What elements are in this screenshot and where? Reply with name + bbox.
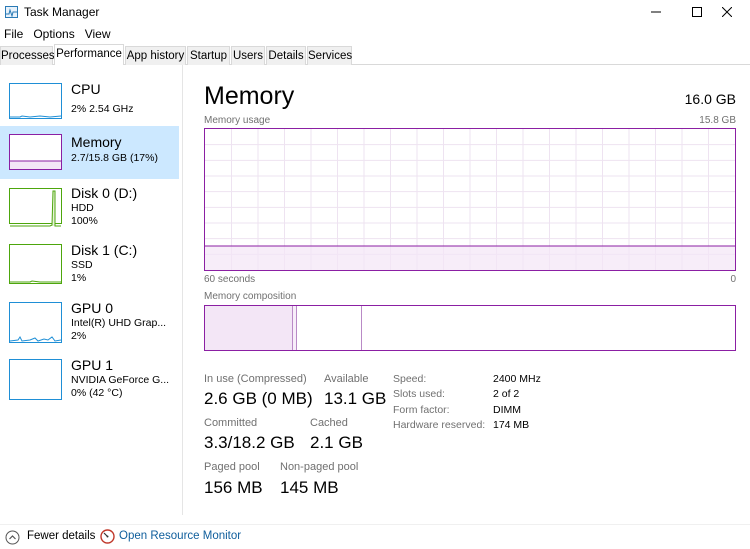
disk-1-thumbnail-graph [9, 244, 62, 284]
paged-pool-value: 156 MB [204, 478, 263, 497]
sidebar-item-title: Disk 1 (C:) [71, 242, 138, 258]
sidebar-item-title: CPU [71, 81, 101, 97]
sidebar-item-gpu-0[interactable]: GPU 0 Intel(R) UHD Grap... 2% [0, 299, 179, 352]
available-value: 13.1 GB [324, 389, 387, 408]
usage-graph-label: Memory usage [204, 115, 271, 126]
committed-label: Committed [204, 417, 258, 429]
gpu-1-thumbnail-graph [9, 359, 62, 400]
hardware-reserved-value: 174 MB [493, 419, 530, 431]
sidebar-item-usage: 1% [71, 272, 87, 284]
committed-value: 3.3/18.2 GB [204, 433, 295, 452]
composition-modified[interactable] [293, 306, 297, 350]
composition-free[interactable] [363, 306, 735, 350]
in-use-label: In use (Compressed) [204, 373, 307, 385]
slots-used-label: Slots used: [393, 388, 445, 400]
sidebar-item-detail: HDD [71, 202, 94, 214]
memory-usage-area [205, 246, 735, 270]
menu-bar: File Options View [0, 24, 750, 44]
in-use-value: 2.6 GB (0 MB) [204, 389, 313, 408]
slots-used-value: 2 of 2 [493, 388, 520, 400]
close-icon [722, 7, 732, 17]
composition-in-use[interactable] [205, 306, 293, 350]
cached-value: 2.1 GB [310, 433, 363, 452]
memory-composition-bar [204, 305, 736, 351]
sidebar-item-detail: 2.7/15.8 GB (17%) [71, 152, 158, 164]
sidebar-item-cpu[interactable]: CPU 2% 2.54 GHz [0, 71, 179, 124]
fewer-details-link[interactable]: Fewer details [27, 530, 95, 542]
sidebar-divider [182, 65, 183, 515]
memory-usage-plot [205, 129, 735, 270]
menu-view[interactable]: View [81, 24, 117, 44]
window-title: Task Manager [24, 5, 100, 19]
sidebar-item-title: GPU 0 [71, 300, 114, 316]
tab-processes[interactable]: Processes [0, 46, 55, 65]
sidebar-item-usage: 0% (42 °C) [71, 387, 123, 399]
memory-usage-graph [204, 128, 736, 271]
open-resource-monitor-link[interactable]: Open Resource Monitor [119, 530, 241, 542]
tab-users[interactable]: Users [231, 46, 265, 65]
composition-standby[interactable] [298, 306, 362, 350]
sidebar-item-disk-0[interactable]: Disk 0 (D:) HDD 100% [0, 184, 179, 237]
title-bar: Task Manager [0, 0, 750, 24]
cached-label: Cached [310, 417, 348, 429]
tab-startup[interactable]: Startup [187, 46, 230, 65]
available-label: Available [324, 373, 369, 385]
close-button[interactable] [704, 0, 750, 24]
sidebar-item-memory[interactable]: Memory 2.7/15.8 GB (17%) [0, 126, 179, 179]
sidebar-item-detail: Intel(R) UHD Grap... [71, 317, 167, 329]
footer-bar: Fewer details Open Resource Monitor [0, 524, 750, 549]
sidebar-item-usage: 2% [71, 330, 87, 342]
resource-sidebar: CPU 2% 2.54 GHz Memory 2.7/15.8 GB (17%)… [0, 65, 182, 515]
maximize-icon [692, 7, 702, 17]
non-paged-pool-value: 145 MB [280, 478, 339, 497]
page-title: Memory [204, 82, 295, 110]
resource-monitor-icon [100, 529, 115, 544]
gpu-0-thumbnail-graph [9, 302, 62, 343]
menu-options[interactable]: Options [29, 24, 80, 44]
fewer-details-button[interactable] [5, 530, 20, 545]
chevron-up-icon [5, 530, 20, 545]
sidebar-item-gpu-1[interactable]: GPU 1 NVIDIA GeForce G... 0% (42 °C) [0, 356, 179, 409]
tab-performance[interactable]: Performance [54, 44, 124, 66]
speed-value: 2400 MHz [493, 373, 541, 385]
minimize-icon [651, 11, 661, 13]
form-factor-label: Form factor: [393, 404, 450, 416]
hardware-reserved-label: Hardware reserved: [393, 419, 486, 431]
sidebar-item-detail: 2% 2.54 GHz [71, 103, 134, 115]
graph-time-end: 0 [730, 274, 736, 285]
usage-graph-max: 15.8 GB [699, 115, 736, 126]
sidebar-item-title: GPU 1 [71, 357, 114, 373]
composition-label: Memory composition [204, 291, 297, 302]
tab-details[interactable]: Details [266, 46, 306, 65]
minimize-button[interactable] [633, 0, 679, 24]
tab-app-history[interactable]: App history [125, 46, 186, 65]
sidebar-item-usage: 100% [71, 215, 98, 227]
memory-total: 16.0 GB [684, 91, 736, 107]
sidebar-item-detail: SSD [71, 259, 93, 271]
task-manager-icon [5, 6, 18, 18]
memory-thumbnail-graph [9, 134, 62, 170]
sidebar-item-detail: NVIDIA GeForce G... [71, 374, 170, 386]
sidebar-item-disk-1[interactable]: Disk 1 (C:) SSD 1% [0, 241, 179, 294]
disk-0-thumbnail-graph [9, 188, 62, 227]
sidebar-item-title: Disk 0 (D:) [71, 185, 138, 201]
paged-pool-label: Paged pool [204, 461, 260, 473]
speed-label: Speed: [393, 373, 427, 385]
cpu-thumbnail-graph [9, 83, 62, 119]
tab-bar: Processes Performance App history Startu… [0, 44, 750, 66]
tab-services[interactable]: Services [307, 46, 352, 65]
menu-file[interactable]: File [0, 24, 29, 44]
non-paged-pool-label: Non-paged pool [280, 461, 359, 473]
sidebar-item-title: Memory [71, 134, 122, 150]
graph-time-start: 60 seconds [204, 274, 256, 285]
form-factor-value: DIMM [493, 404, 521, 416]
